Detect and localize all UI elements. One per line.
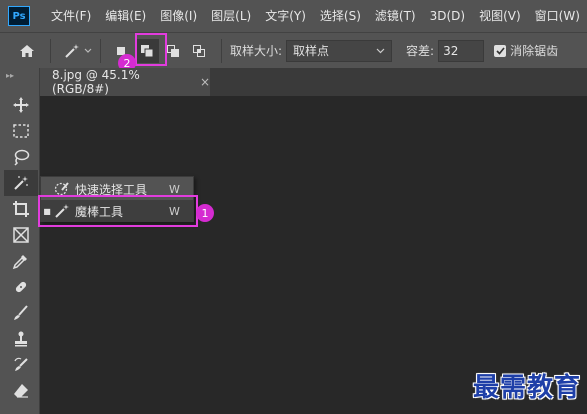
options-divider [100, 38, 101, 63]
clone-stamp-tool[interactable] [4, 326, 38, 352]
home-button[interactable] [12, 36, 42, 66]
intersect-selection-icon [193, 44, 205, 57]
eyedropper-tool[interactable] [4, 248, 38, 274]
options-bar: 取样大小: 取样点 容差: 消除锯齿 [0, 32, 587, 68]
sample-size-value: 取样点 [293, 44, 330, 58]
history-brush-icon [14, 357, 28, 371]
document-tab[interactable]: 8.jpg @ 45.1%(RGB/8#) × [40, 68, 210, 96]
flyout-item-shortcut: W [169, 182, 180, 196]
menu-view[interactable]: 视图(V) [472, 0, 528, 32]
chevron-down-icon [84, 48, 92, 53]
frame-icon [13, 227, 29, 243]
eyedropper-icon [12, 255, 27, 270]
crop-icon [13, 201, 29, 217]
antialias-checkbox[interactable] [494, 44, 507, 57]
menu-window[interactable]: 窗口(W) [528, 0, 587, 32]
brush-tool[interactable] [4, 300, 38, 326]
menu-select[interactable]: 选择(S) [313, 0, 368, 32]
sample-size-label: 取样大小: [230, 44, 283, 58]
marquee-icon [13, 124, 29, 138]
highlight-magic-wand-item [38, 195, 198, 227]
menu-edit[interactable]: 编辑(E) [98, 0, 153, 32]
checkmark-icon [496, 46, 505, 55]
step-badge-1: 1 [196, 204, 214, 222]
antialias-label: 消除锯齿 [510, 44, 559, 58]
options-divider [50, 38, 51, 63]
stamp-icon [15, 331, 27, 347]
photoshop-logo: Ps [8, 6, 30, 26]
menu-type[interactable]: 文字(Y) [258, 0, 313, 32]
frame-tool[interactable] [4, 222, 38, 248]
chevron-down-icon [376, 48, 385, 53]
menu-layer[interactable]: 图层(L) [204, 0, 258, 32]
magic-wand-icon [14, 176, 28, 190]
move-icon [13, 97, 29, 113]
subtract-selection-icon [167, 44, 179, 57]
options-divider [221, 38, 222, 63]
menu-file[interactable]: 文件(F) [44, 0, 98, 32]
sample-size-select[interactable]: 取样点 [286, 39, 393, 62]
close-tab-icon[interactable]: × [200, 75, 210, 89]
lasso-tool[interactable] [4, 144, 38, 170]
highlight-add-selection [135, 33, 167, 66]
magic-wand-icon [65, 43, 79, 58]
tolerance-label: 容差: [406, 44, 435, 58]
history-brush-tool[interactable] [4, 352, 38, 378]
tool-preset-picker[interactable] [63, 42, 92, 60]
tools-panel: ▸▸ [0, 68, 40, 414]
eraser-tool[interactable] [4, 378, 38, 404]
tolerance-input[interactable] [438, 39, 485, 62]
menu-bar: Ps 文件(F) 编辑(E) 图像(I) 图层(L) 文字(Y) 选择(S) 滤… [0, 0, 587, 32]
lasso-icon [14, 149, 30, 166]
crop-tool[interactable] [4, 196, 38, 222]
home-icon [20, 44, 34, 57]
healing-brush-tool[interactable] [4, 274, 38, 300]
document-tab-title: 8.jpg @ 45.1%(RGB/8#) [52, 68, 140, 96]
marquee-tool[interactable] [4, 118, 38, 144]
panel-collapse-grip[interactable]: ▸▸ [0, 68, 39, 82]
eraser-icon [14, 384, 28, 398]
brush-icon [14, 305, 28, 320]
intersect-selection-button[interactable] [187, 39, 211, 63]
menu-3d[interactable]: 3D(D) [423, 0, 472, 32]
bandage-icon [15, 281, 27, 293]
document-tab-bar: 8.jpg @ 45.1%(RGB/8#) × [40, 68, 587, 96]
watermark-logo: 最需教育 [472, 373, 581, 403]
move-tool[interactable] [4, 92, 38, 118]
menu-filter[interactable]: 滤镜(T) [368, 0, 423, 32]
menu-image[interactable]: 图像(I) [153, 0, 204, 32]
magic-wand-tool[interactable] [4, 170, 38, 196]
